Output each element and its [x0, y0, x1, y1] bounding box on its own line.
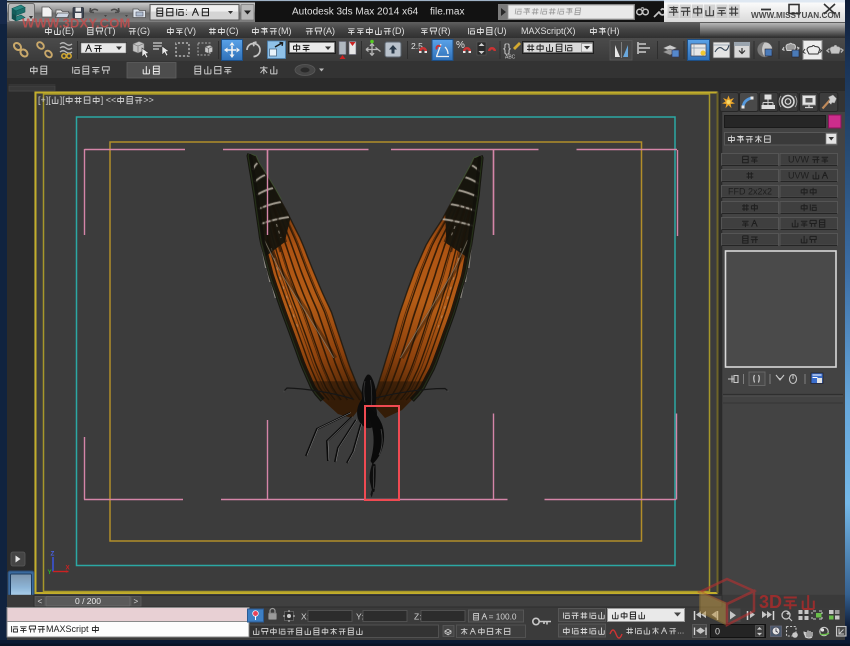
svg-text:WWW.3DXY.COM: WWW.3DXY.COM: [22, 16, 131, 31]
svg-text:][: ][: [60, 95, 66, 105]
svg-text:(V): (V): [184, 26, 196, 36]
svg-text:Z: Z: [51, 551, 55, 558]
svg-text:UVW: UVW: [788, 170, 810, 180]
svg-text:Y:: Y:: [356, 612, 364, 622]
svg-text:[+][: [+][: [38, 95, 51, 105]
svg-text:Autodesk 3ds Max 2014 x64: Autodesk 3ds Max 2014 x64: [292, 7, 419, 18]
svg-text:UVW: UVW: [788, 154, 810, 164]
svg-text:] <<: ] <<: [101, 95, 117, 105]
svg-text:(M): (M): [278, 26, 292, 36]
svg-text:{}: {}: [503, 41, 511, 55]
svg-text:<: <: [38, 597, 43, 606]
svg-text:(G): (G): [137, 26, 150, 36]
svg-text:WWW.MISSYUAN.COM: WWW.MISSYUAN.COM: [751, 11, 841, 20]
svg-text:(C): (C): [226, 26, 239, 36]
svg-text:0 / 200: 0 / 200: [75, 596, 101, 606]
svg-text:>>: >>: [143, 95, 154, 105]
svg-text:(U): (U): [494, 26, 507, 36]
svg-text:MAXScript(X): MAXScript(X): [521, 26, 576, 36]
svg-text:MAXScript: MAXScript: [46, 624, 89, 634]
svg-text::: :: [185, 7, 188, 18]
svg-text:(D): (D): [392, 26, 405, 36]
svg-text:(R): (R): [438, 26, 451, 36]
svg-text:>: >: [134, 597, 139, 606]
svg-text:(A): (A): [323, 26, 335, 36]
svg-text:3D: 3D: [759, 592, 782, 612]
svg-text:= 100.0: = 100.0: [489, 611, 517, 621]
svg-text:file.max: file.max: [430, 7, 464, 18]
svg-text:ABC: ABC: [505, 55, 516, 61]
svg-text:FFD 2x2x2: FFD 2x2x2: [728, 186, 772, 196]
svg-text:Z:: Z:: [414, 612, 422, 622]
svg-text:0: 0: [715, 627, 720, 637]
svg-text:...: ...: [677, 626, 684, 636]
svg-text:(H): (H): [607, 26, 620, 36]
